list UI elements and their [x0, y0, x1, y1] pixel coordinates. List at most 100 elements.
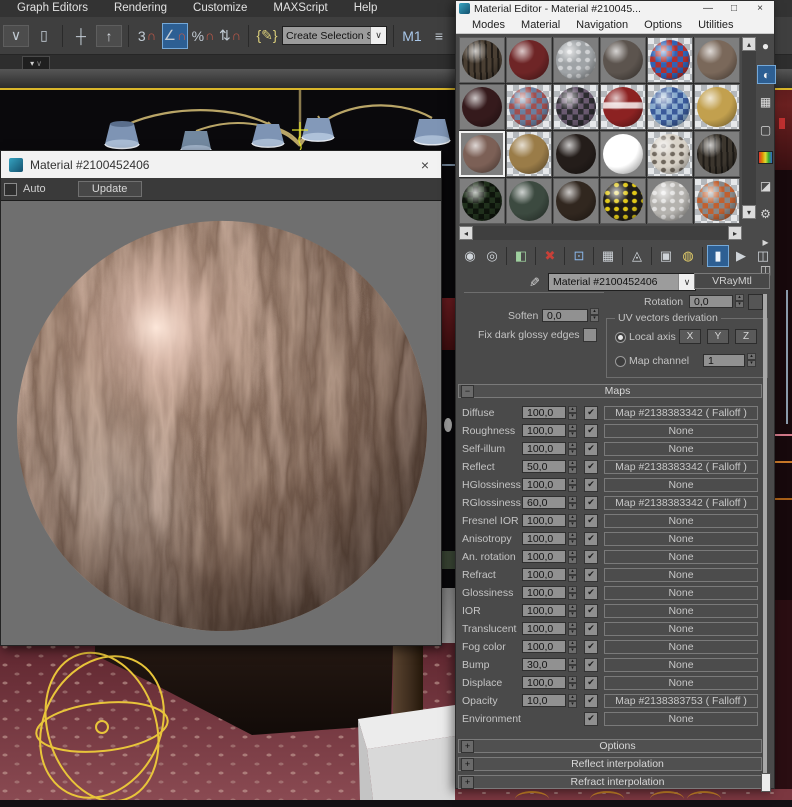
map-channel-radio[interactable]	[615, 356, 626, 367]
spinner-up-icon[interactable]: ▴	[568, 478, 577, 485]
material-slot[interactable]	[459, 131, 505, 177]
minimize-icon[interactable]: —	[697, 3, 719, 14]
spinner-down-icon[interactable]: ▾	[568, 557, 577, 564]
spinner-up-icon[interactable]: ▴	[568, 424, 577, 431]
material-slot[interactable]	[553, 84, 599, 130]
map-slot-button[interactable]: None	[604, 424, 758, 438]
map-enable-checkbox[interactable]: ✔	[584, 694, 598, 708]
chevron-down-icon[interactable]: ∨	[678, 274, 695, 290]
make-preview-icon[interactable]: ◪	[757, 177, 774, 194]
rotation-extra-button[interactable]	[748, 294, 763, 310]
rollout-refract-interpolation[interactable]: +Refract interpolation	[458, 775, 762, 789]
material-slot[interactable]	[600, 84, 646, 130]
map-slot-button[interactable]: Map #2138383342 ( Falloff )	[604, 406, 758, 420]
map-slot-button[interactable]: None	[604, 568, 758, 582]
map-enable-checkbox[interactable]: ✔	[584, 658, 598, 672]
spinner-up-icon[interactable]: ▴	[568, 676, 577, 683]
map-slot-button[interactable]: None	[604, 622, 758, 636]
map-enable-checkbox[interactable]: ✔	[584, 406, 598, 420]
pivot-up-icon[interactable]: ↑	[96, 25, 122, 47]
spinner-down-icon[interactable]: ▾	[568, 683, 577, 690]
put-to-library-icon[interactable]: ▦	[598, 246, 618, 266]
map-slot-button[interactable]: Map #2138383342 ( Falloff )	[604, 460, 758, 474]
backlight-icon[interactable]: ◐	[757, 65, 776, 84]
spinner-up-icon[interactable]: ▴	[568, 514, 577, 521]
map-slot-button[interactable]: None	[604, 640, 758, 654]
map-slot-button[interactable]: None	[604, 658, 758, 672]
editor-menu-utilities[interactable]: Utilities	[690, 19, 741, 31]
map-enable-checkbox[interactable]: ✔	[584, 676, 598, 690]
preview-window-titlebar[interactable]: Material #2100452406 ×	[1, 151, 441, 178]
map-amount-field[interactable]: 100,0	[522, 424, 566, 437]
map-enable-checkbox[interactable]: ✔	[584, 478, 598, 492]
map-amount-spinner[interactable]: ▴▾	[568, 676, 577, 690]
map-amount-spinner[interactable]: ▴▾	[568, 622, 577, 636]
rotation-spinner[interactable]: ▴▾	[735, 294, 744, 308]
axis-button-z[interactable]: Z	[735, 329, 757, 344]
spinner-up-icon[interactable]: ▴	[568, 532, 577, 539]
map-slot-button[interactable]: None	[604, 676, 758, 690]
material-slot[interactable]	[459, 178, 505, 224]
map-slot-button[interactable]: Map #2138383342 ( Falloff )	[604, 496, 758, 510]
menu-customize[interactable]: Customize	[180, 0, 260, 17]
map-slot-button[interactable]: None	[604, 532, 758, 546]
snap-toggle-3d-icon[interactable]: 3∩	[135, 24, 159, 48]
chevron-down-icon[interactable]: ∨	[370, 27, 386, 44]
expand-icon[interactable]: +	[461, 740, 474, 753]
assign-material-to-selection-icon[interactable]: ◧	[511, 246, 531, 266]
maximize-icon[interactable]: □	[723, 3, 745, 14]
menu-maxscript[interactable]: MAXScript	[260, 0, 340, 17]
map-enable-checkbox[interactable]: ✔	[584, 622, 598, 636]
edit-named-selection-sets-icon[interactable]: {✎}	[255, 24, 279, 48]
slots-scroll-up-icon[interactable]: ▴	[742, 37, 756, 51]
spinner-down-icon[interactable]: ▾	[568, 485, 577, 492]
material-slot[interactable]	[694, 178, 740, 224]
material-slot[interactable]	[600, 131, 646, 177]
map-slot-button[interactable]: None	[604, 514, 758, 528]
sample-type-sphere-icon[interactable]: ●	[757, 37, 774, 54]
map-amount-field[interactable]: 50,0	[522, 460, 566, 473]
map-slot-button[interactable]: None	[604, 442, 758, 456]
spinner-down-icon[interactable]: ▾	[568, 611, 577, 618]
material-slot[interactable]	[694, 131, 740, 177]
expand-icon[interactable]: +	[461, 758, 474, 771]
map-amount-field[interactable]: 60,0	[522, 496, 566, 509]
map-amount-field[interactable]: 100,0	[522, 478, 566, 491]
spinner-up-icon[interactable]: ▴	[568, 640, 577, 647]
spinner-down-icon[interactable]: ▾	[568, 593, 577, 600]
material-name-combo[interactable]: Material #2100452406 ∨	[548, 273, 696, 291]
map-amount-spinner[interactable]: ▴▾	[568, 532, 577, 546]
close-icon[interactable]: ×	[749, 3, 771, 14]
collapse-icon[interactable]: −	[461, 385, 474, 398]
reset-map-icon[interactable]: ✖	[540, 246, 560, 266]
params-scrollbar-track[interactable]	[763, 294, 767, 789]
map-amount-spinner[interactable]: ▴▾	[568, 478, 577, 492]
material-slot[interactable]	[553, 37, 599, 83]
editor-menu-navigation[interactable]: Navigation	[568, 19, 636, 31]
map-enable-checkbox[interactable]: ✔	[584, 640, 598, 654]
material-slot[interactable]	[506, 178, 552, 224]
map-enable-checkbox[interactable]: ✔	[584, 712, 598, 726]
map-amount-field[interactable]: 100,0	[522, 586, 566, 599]
map-amount-spinner[interactable]: ▴▾	[568, 658, 577, 672]
spinner-down-icon[interactable]: ▾	[568, 629, 577, 636]
spinner-down-icon[interactable]: ▾	[568, 467, 577, 474]
spinner-up-icon[interactable]: ▴	[568, 550, 577, 557]
spinner-down-icon[interactable]: ▾	[568, 665, 577, 672]
spinner-up-icon[interactable]: ▴	[568, 406, 577, 413]
make-material-copy-icon[interactable]: ⊡	[569, 246, 589, 266]
editor-menu-modes[interactable]: Modes	[464, 19, 513, 31]
background-checker-icon[interactable]: ▦	[757, 93, 774, 110]
map-enable-checkbox[interactable]: ✔	[584, 550, 598, 564]
map-amount-spinner[interactable]: ▴▾	[568, 568, 577, 582]
percent-snap-icon[interactable]: %∩	[191, 24, 215, 48]
spinner-up-icon[interactable]: ▴	[568, 586, 577, 593]
rollout-options[interactable]: +Options	[458, 739, 762, 753]
align-icon[interactable]: ≡	[427, 24, 451, 48]
map-amount-spinner[interactable]: ▴▾	[568, 406, 577, 420]
fix-dark-glossy-edges-checkbox[interactable]	[583, 328, 597, 342]
rotation-field[interactable]: 0,0	[689, 295, 733, 308]
soften-field[interactable]: 0,0	[542, 309, 588, 322]
spinner-down-icon[interactable]: ▾	[568, 701, 577, 708]
slots-scroll-right-icon[interactable]: ▸	[728, 226, 742, 240]
